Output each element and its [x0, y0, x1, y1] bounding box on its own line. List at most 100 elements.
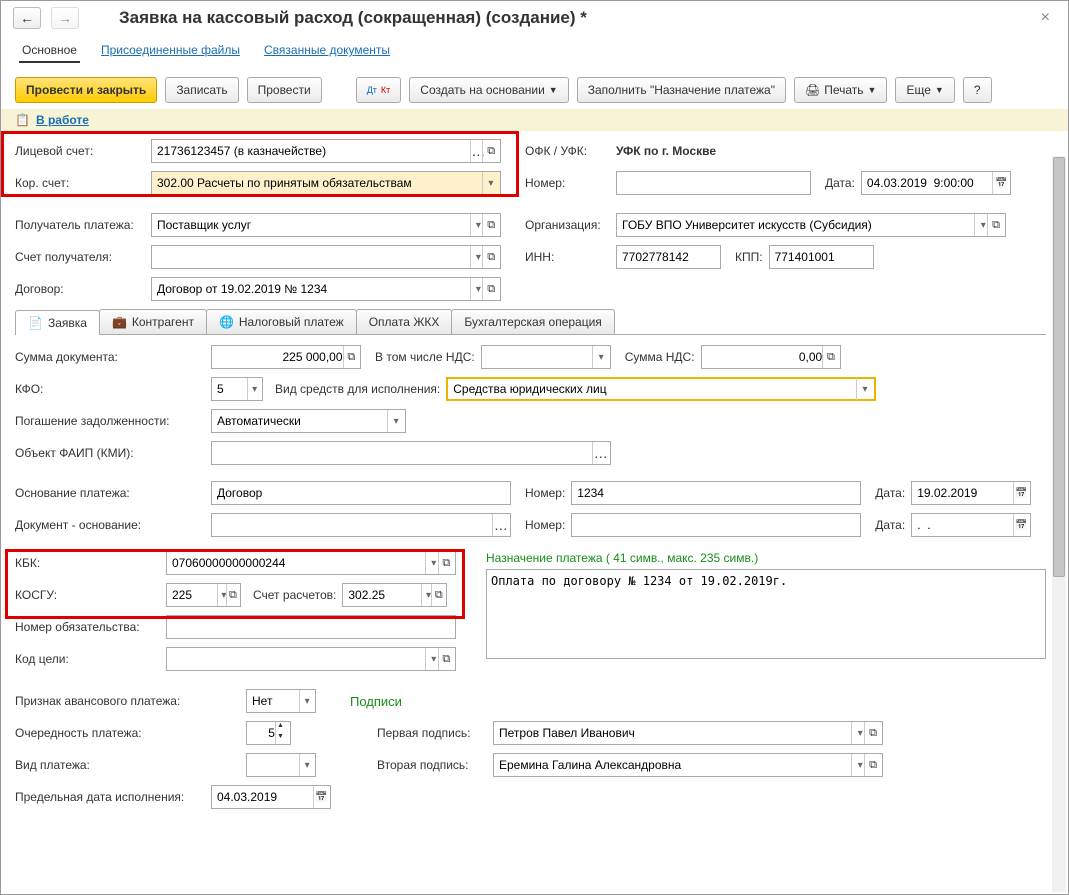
status-link[interactable]: В работе — [36, 113, 89, 127]
account-field[interactable] — [157, 144, 470, 158]
fill-purpose-button[interactable]: Заполнить "Назначение платежа" — [577, 77, 786, 103]
dtkt-button[interactable]: ДтКт — [356, 77, 402, 103]
open-icon[interactable] — [987, 214, 1004, 236]
basis-doc-num-input[interactable] — [571, 513, 861, 537]
basis-num-input[interactable] — [571, 481, 861, 505]
basis-doc-date-field[interactable] — [917, 518, 1013, 532]
deadline-input[interactable] — [211, 785, 331, 809]
funds-input[interactable] — [446, 377, 876, 401]
close-icon[interactable]: × — [1035, 9, 1056, 27]
post-and-close-button[interactable]: Провести и закрыть — [15, 77, 157, 103]
target-input[interactable] — [166, 647, 456, 671]
priority-spinner[interactable]: ▲▼ — [275, 722, 285, 744]
open-icon[interactable] — [438, 648, 454, 670]
dropdown-icon[interactable] — [482, 172, 499, 194]
print-button[interactable]: 🖨Печать▼ — [794, 77, 887, 103]
open-icon[interactable] — [482, 246, 499, 268]
tab-docs[interactable]: Связанные документы — [261, 39, 393, 63]
nav-back-button[interactable]: ← — [13, 7, 41, 29]
debt-field[interactable] — [217, 414, 387, 428]
vat-type-input[interactable] — [481, 345, 611, 369]
tab-main[interactable]: Основное — [19, 39, 80, 63]
basis-doc-num-field[interactable] — [577, 518, 855, 532]
advance-input[interactable] — [246, 689, 316, 713]
tab-application[interactable]: 📄Заявка — [15, 310, 100, 335]
corr-field[interactable] — [157, 176, 482, 190]
docsum-field[interactable] — [217, 350, 343, 364]
tab-accounting[interactable]: Бухгалтерская операция — [451, 309, 614, 334]
post-button[interactable]: Провести — [247, 77, 322, 103]
payee-input[interactable] — [151, 213, 501, 237]
basis-field[interactable] — [217, 486, 505, 500]
tab-files[interactable]: Присоединенные файлы — [98, 39, 243, 63]
pay-type-input[interactable] — [246, 753, 316, 777]
kbk-field[interactable] — [172, 556, 425, 570]
tab-tax[interactable]: 🌐Налоговый платеж — [206, 309, 357, 334]
kpp-field[interactable] — [775, 250, 868, 264]
funds-field[interactable] — [453, 382, 856, 396]
sign2-input[interactable] — [493, 753, 883, 777]
scrollbar-thumb[interactable] — [1053, 157, 1065, 577]
open-icon[interactable] — [438, 552, 454, 574]
contract-field[interactable] — [157, 282, 470, 296]
kbk-input[interactable] — [166, 551, 456, 575]
dropdown-icon[interactable] — [856, 378, 873, 400]
basis-input[interactable] — [211, 481, 511, 505]
open-icon[interactable] — [482, 214, 499, 236]
date-field[interactable] — [867, 176, 993, 190]
pay-type-field[interactable] — [252, 758, 299, 772]
scrollbar[interactable] — [1052, 156, 1066, 892]
contract-input[interactable] — [151, 277, 501, 301]
number-field[interactable] — [622, 176, 805, 190]
kfo-field[interactable] — [217, 382, 247, 396]
open-icon[interactable] — [226, 584, 239, 606]
open-icon[interactable] — [482, 278, 499, 300]
basis-doc-date-input[interactable] — [911, 513, 1031, 537]
payee-acc-field[interactable] — [157, 250, 470, 264]
calc-acc-input[interactable] — [342, 583, 447, 607]
open-icon[interactable] — [431, 584, 445, 606]
vat-type-field[interactable] — [487, 350, 593, 364]
kosgu-field[interactable] — [172, 588, 217, 602]
basis-doc-input[interactable]: … — [211, 513, 511, 537]
dropdown-icon[interactable] — [299, 754, 314, 776]
inn-field[interactable] — [622, 250, 715, 264]
create-basis-button[interactable]: Создать на основании▼ — [409, 77, 568, 103]
dropdown-icon[interactable] — [247, 378, 261, 400]
advance-field[interactable] — [252, 694, 299, 708]
calc-acc-field[interactable] — [348, 588, 421, 602]
calendar-icon[interactable] — [992, 172, 1008, 194]
kfo-input[interactable] — [211, 377, 263, 401]
basis-doc-field[interactable] — [217, 518, 492, 532]
open-icon[interactable] — [864, 722, 881, 744]
payee-field[interactable] — [157, 218, 470, 232]
account-input[interactable]: … — [151, 139, 501, 163]
vat-sum-field[interactable] — [707, 350, 823, 364]
purpose-textarea[interactable] — [486, 569, 1046, 659]
org-input[interactable] — [616, 213, 1006, 237]
inn-input[interactable] — [616, 245, 721, 269]
calendar-icon[interactable] — [1013, 514, 1029, 536]
dropdown-icon[interactable] — [299, 690, 314, 712]
sign2-field[interactable] — [499, 758, 851, 772]
tab-counterparty[interactable]: 💼Контрагент — [99, 309, 207, 334]
open-icon[interactable] — [482, 140, 499, 162]
kpp-input[interactable] — [769, 245, 874, 269]
dropdown-icon[interactable] — [387, 410, 404, 432]
date-input[interactable] — [861, 171, 1011, 195]
sign1-field[interactable] — [499, 726, 851, 740]
kosgu-input[interactable] — [166, 583, 241, 607]
priority-field[interactable] — [252, 726, 275, 740]
nav-forward-button[interactable]: → — [51, 7, 79, 29]
write-button[interactable]: Записать — [165, 77, 238, 103]
target-field[interactable] — [172, 652, 425, 666]
help-button[interactable]: ? — [963, 77, 992, 103]
debt-input[interactable] — [211, 409, 406, 433]
obligation-input[interactable] — [166, 615, 456, 639]
corr-input[interactable] — [151, 171, 501, 195]
basis-date-input[interactable] — [911, 481, 1031, 505]
calendar-icon[interactable] — [313, 786, 329, 808]
payee-acc-input[interactable] — [151, 245, 501, 269]
calc-icon[interactable] — [343, 346, 359, 368]
basis-num-field[interactable] — [577, 486, 855, 500]
